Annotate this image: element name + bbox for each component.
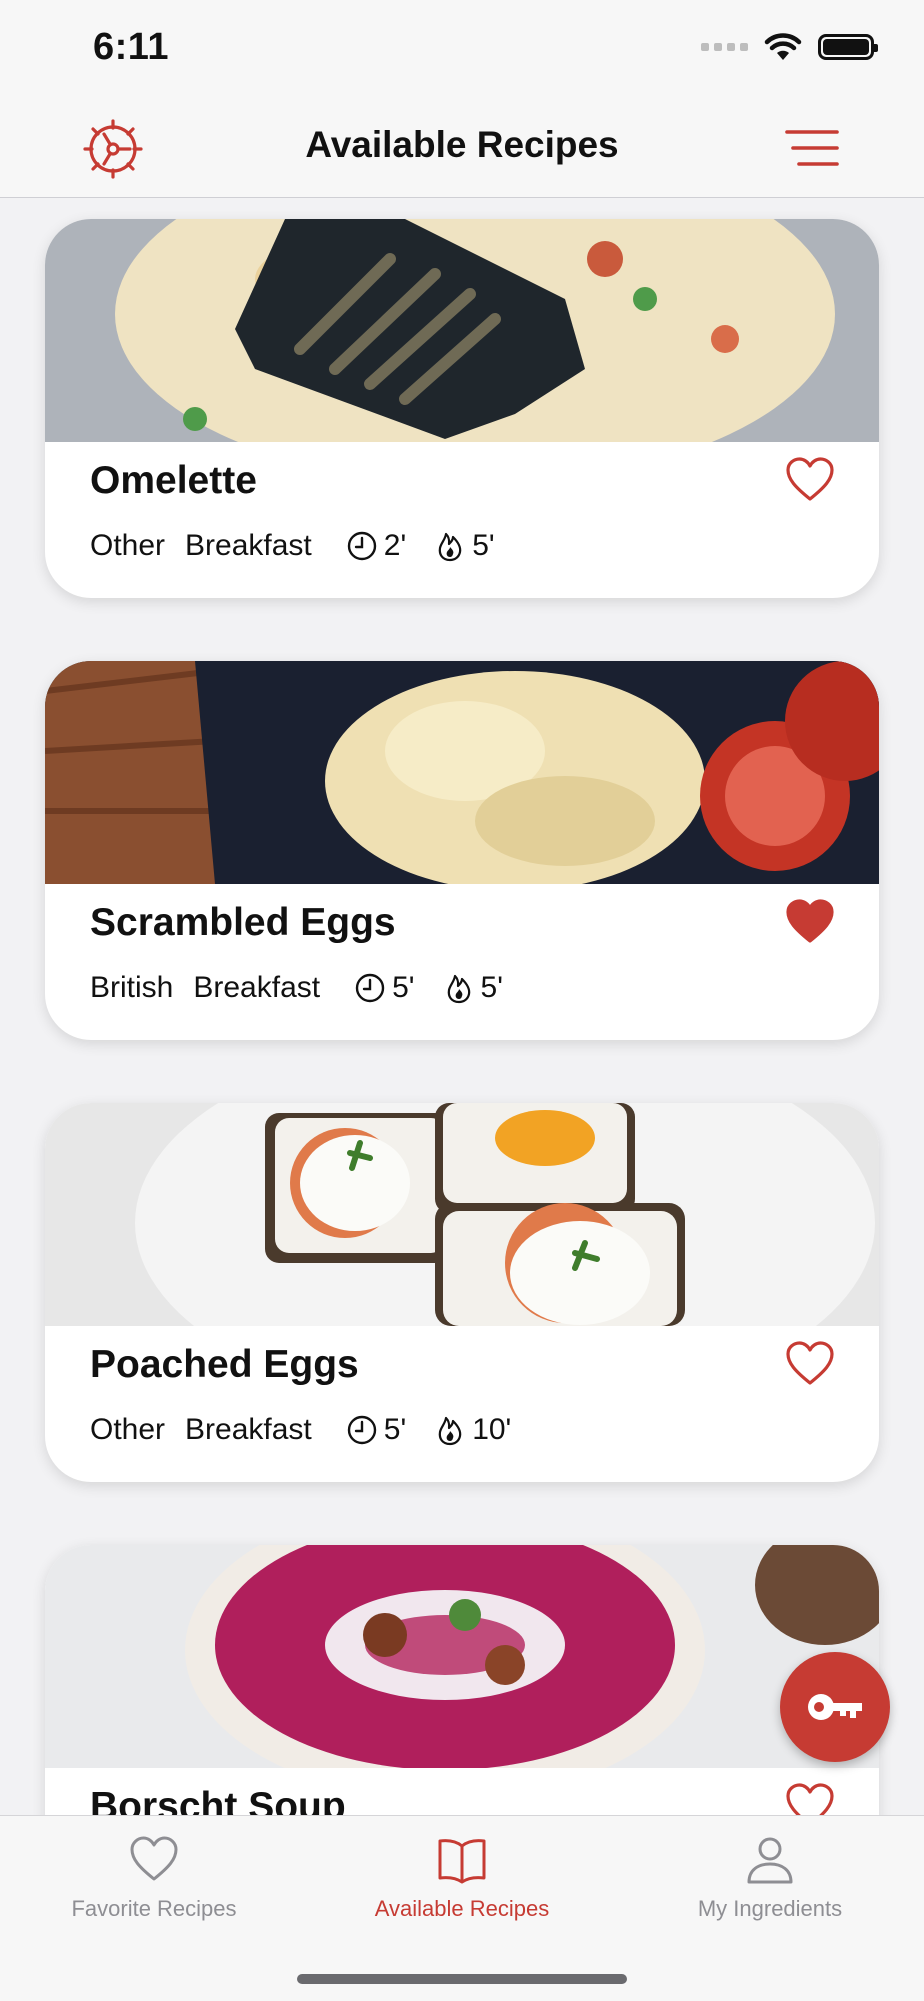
- navigation-bar: Available Recipes: [0, 100, 924, 198]
- clock-icon: [347, 531, 376, 561]
- recipe-meta: British Breakfast 5' 5': [90, 971, 517, 1005]
- cuisine-tag: Other: [90, 1413, 166, 1446]
- heart-icon: [130, 1836, 178, 1881]
- favorite-heart-filled-icon[interactable]: [785, 899, 835, 945]
- recipe-image-scrambled-eggs: [45, 661, 879, 884]
- cook-time: 10': [434, 1413, 511, 1447]
- cuisine-tag: Other: [90, 529, 166, 562]
- recipe-meta: Other Breakfast 2' 5': [90, 529, 509, 563]
- person-icon: [747, 1837, 793, 1884]
- tab-favorite-recipes[interactable]: Favorite Recipes: [4, 1834, 304, 1922]
- prep-time: 2': [346, 529, 406, 563]
- ingredients-key-button[interactable]: [780, 1652, 890, 1762]
- clock-icon: [347, 1415, 376, 1445]
- tab-bar: Favorite Recipes Available Recipes My In…: [0, 1815, 924, 2001]
- cellular-signal-icon: [701, 43, 748, 51]
- tab-my-ingredients[interactable]: My Ingredients: [620, 1834, 920, 1922]
- prep-time-value: 5': [392, 971, 415, 1004]
- prep-time-value: 2': [383, 529, 407, 562]
- cook-time-value: 10': [472, 1413, 512, 1446]
- flame-icon: [438, 1416, 462, 1446]
- wifi-icon: [764, 33, 802, 60]
- recipe-card-borscht-soup[interactable]: Borscht Soup: [45, 1545, 879, 1815]
- clock-icon: [355, 973, 385, 1003]
- favorite-heart-icon[interactable]: [785, 457, 835, 503]
- recipe-card-omelette[interactable]: Omelette Other Breakfast 2' 5': [45, 219, 879, 598]
- recipe-title: Borscht Soup: [90, 1785, 346, 1815]
- meal-tag: Breakfast: [193, 971, 321, 1004]
- prep-time: 5': [346, 1413, 406, 1447]
- favorite-heart-icon[interactable]: [785, 1783, 835, 1815]
- tab-label: Available Recipes: [374, 1896, 550, 1921]
- recipe-image-omelette: [45, 219, 879, 442]
- tab-label: Favorite Recipes: [71, 1896, 237, 1921]
- filter-menu-icon[interactable]: [784, 128, 840, 168]
- cook-time-value: 5': [480, 971, 503, 1004]
- recipe-title: Omelette: [90, 459, 257, 502]
- status-time: 6:11: [93, 26, 169, 68]
- status-icons: [701, 32, 878, 62]
- battery-icon: [818, 34, 878, 60]
- cuisine-tag: British: [90, 971, 174, 1004]
- meal-tag: Breakfast: [185, 529, 312, 562]
- recipe-card-poached-eggs[interactable]: Poached Eggs Other Breakfast 5' 10': [45, 1103, 879, 1482]
- tab-label: My Ingredients: [697, 1896, 843, 1921]
- tab-available-recipes[interactable]: Available Recipes: [312, 1834, 612, 1922]
- cook-time-value: 5': [472, 529, 495, 562]
- status-bar: 6:11: [0, 0, 924, 100]
- recipe-list[interactable]: Omelette Other Breakfast 2' 5' Scrambled…: [0, 198, 924, 1815]
- recipe-title: Poached Eggs: [90, 1343, 359, 1386]
- recipe-title: Scrambled Eggs: [90, 901, 396, 944]
- book-icon: [438, 1839, 486, 1884]
- flame-icon: [438, 532, 462, 562]
- recipe-image-borscht-soup: [45, 1545, 879, 1768]
- meal-tag: Breakfast: [185, 1413, 312, 1446]
- cook-time: 5': [434, 529, 495, 563]
- recipe-image-poached-eggs: [45, 1103, 879, 1326]
- flame-icon: [447, 974, 470, 1004]
- key-icon: [808, 1694, 862, 1720]
- recipe-card-scrambled-eggs[interactable]: Scrambled Eggs British Breakfast 5' 5': [45, 661, 879, 1040]
- home-indicator[interactable]: [297, 1974, 627, 1984]
- cook-time: 5': [443, 971, 503, 1005]
- recipe-meta: Other Breakfast 5' 10': [90, 1413, 525, 1447]
- prep-time: 5': [354, 971, 415, 1005]
- prep-time-value: 5': [383, 1413, 407, 1446]
- favorite-heart-icon[interactable]: [785, 1341, 835, 1387]
